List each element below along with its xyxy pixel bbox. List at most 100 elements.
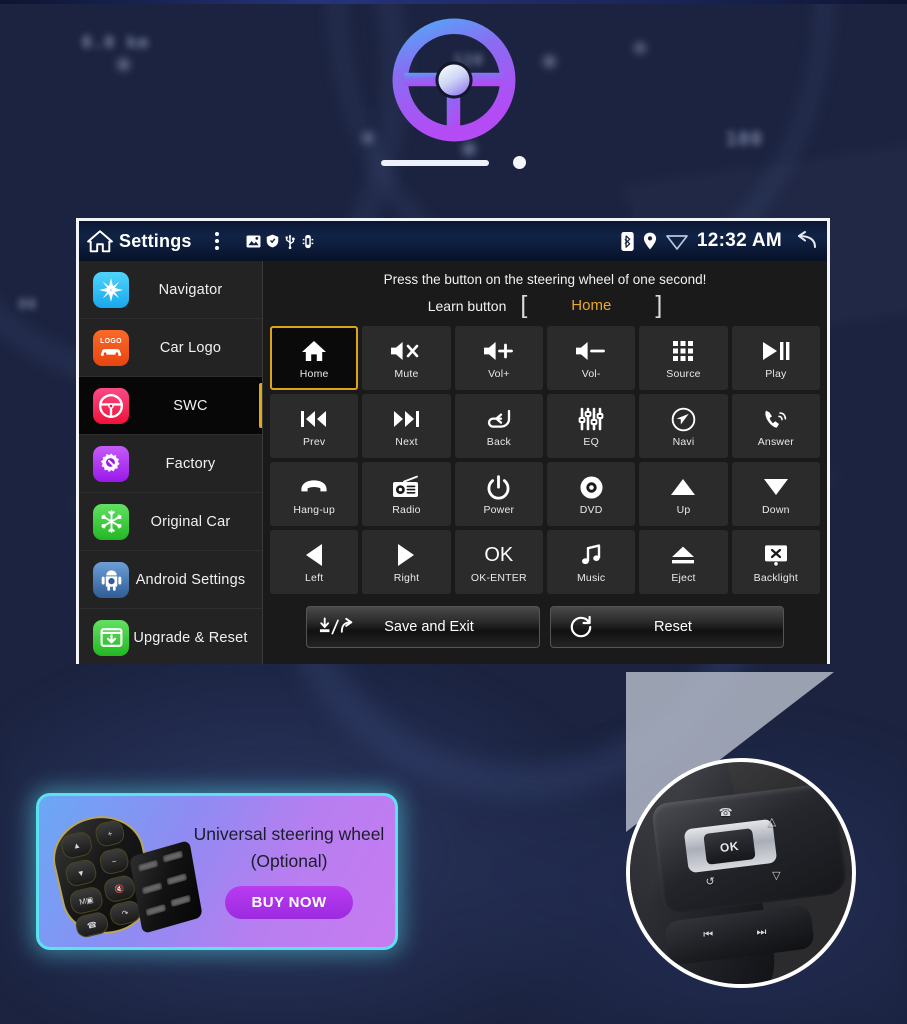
bracket-close: ]	[655, 291, 663, 319]
head-unit-screen: Settings 12:32 AM Navigator LOGO Car Log…	[76, 218, 830, 664]
swc-button-down[interactable]: Down	[731, 462, 820, 526]
sidebar-item-label: Factory	[165, 455, 216, 472]
settings-sidebar[interactable]: Navigator LOGO Car Logo SWC Factory Orig…	[79, 261, 263, 664]
reset-button[interactable]: Reset	[550, 606, 784, 648]
swc-button-navi[interactable]: Navi	[639, 394, 728, 458]
action-buttons-row: Save and Exit Reset	[270, 594, 820, 658]
swc-button-grid: Home Mute Vol+ Vol- Source Play Prev Nex…	[270, 326, 820, 594]
volume-down-icon	[574, 336, 608, 366]
swc-button-back[interactable]: Back	[454, 394, 543, 458]
sidebar-item-swc[interactable]: SWC	[79, 377, 262, 435]
triangle-down-icon	[762, 472, 790, 502]
swc-button-radio[interactable]: Radio	[362, 462, 451, 526]
promo-title-line1: Universal steering wheel	[193, 824, 385, 845]
music-note-icon	[579, 540, 603, 570]
swc-button-label: Next	[395, 436, 418, 448]
swc-button-dvd[interactable]: DVD	[547, 462, 636, 526]
remote-key-minus: −	[97, 846, 131, 876]
swc-button-label: Home	[299, 368, 329, 380]
swc-button-label: OK-ENTER	[470, 572, 527, 584]
swc-button-label: Vol+	[488, 368, 510, 380]
remote-key-down: ▼	[63, 857, 99, 888]
home-icon	[301, 336, 327, 366]
save-and-exit-button[interactable]: Save and Exit	[306, 606, 540, 648]
steering-wheel-remote-icon: ▲ + ▼ − M▣ 🔇 ☎ ↷	[39, 796, 203, 947]
triangle-left-icon	[303, 540, 325, 570]
swc-button-label: Eject	[671, 572, 696, 584]
promo-banner[interactable]: ▲ + ▼ − M▣ 🔇 ☎ ↷ Universal steering whee…	[36, 793, 398, 950]
remote-key-up: ▲	[59, 830, 94, 861]
snowflake-icon	[93, 503, 129, 540]
swc-button-play[interactable]: Play	[731, 326, 820, 390]
device-icon	[302, 234, 313, 248]
promo-title-line2: (Optional)	[250, 851, 328, 871]
compass-icon	[93, 271, 129, 308]
home-icon[interactable]	[87, 229, 113, 253]
action-label: Reset	[654, 619, 692, 635]
remote-key-mute: 🔇	[102, 873, 137, 904]
logo-progress-row	[381, 156, 526, 169]
learn-button-value: Home	[571, 297, 612, 314]
power-icon	[486, 472, 511, 502]
swc-button-label: Right	[393, 572, 420, 584]
cluster-number: 80	[18, 296, 37, 313]
swc-main-panel: Press the button on the steering wheel o…	[263, 261, 827, 664]
swc-button-label: Power	[483, 504, 515, 516]
swc-button-source[interactable]: Source	[639, 326, 728, 390]
swc-button-label: Backlight	[753, 572, 799, 584]
swc-button-volume-up[interactable]: Vol+	[454, 326, 543, 390]
swc-button-label: Vol-	[581, 368, 601, 380]
swc-button-volume-down[interactable]: Vol-	[547, 326, 636, 390]
triangle-up-icon	[669, 472, 697, 502]
sidebar-item-factory[interactable]: Factory	[79, 435, 262, 493]
kebab-menu-icon[interactable]	[210, 229, 224, 253]
promo-text-block: Universal steering wheel (Optional) BUY …	[191, 824, 395, 919]
bluetooth-icon	[621, 231, 634, 251]
clock-time: 12:32 AM	[696, 230, 782, 251]
sidebar-item-upgrade-reset[interactable]: Upgrade & Reset	[79, 609, 262, 664]
save-exit-icon	[307, 616, 369, 638]
top-edge-line	[0, 0, 907, 4]
sidebar-item-label: SWC	[173, 397, 208, 414]
steering-wheel-controls-photo: OK ☎ △ ▽ ↺ ⏮ ⏭	[626, 758, 856, 988]
swc-button-mute[interactable]: Mute	[362, 326, 451, 390]
swc-button-backlight[interactable]: Backlight	[731, 530, 820, 594]
image-icon	[246, 234, 261, 248]
swc-button-music[interactable]: Music	[547, 530, 636, 594]
swc-button-power[interactable]: Power	[454, 462, 543, 526]
remote-key-plus: +	[93, 818, 127, 849]
shield-icon	[266, 234, 278, 248]
swc-button-answer[interactable]: Answer	[731, 394, 820, 458]
progress-dot	[513, 156, 526, 169]
swc-button-home[interactable]: Home	[270, 326, 359, 390]
buy-now-button[interactable]: BUY NOW	[225, 885, 353, 919]
equalizer-icon	[578, 404, 604, 434]
swc-button-next[interactable]: Next	[362, 394, 451, 458]
sidebar-item-car-logo[interactable]: LOGO Car Logo	[79, 319, 262, 377]
swc-button-hangup[interactable]: Hang-up	[270, 462, 359, 526]
sidebar-item-navigator[interactable]: Navigator	[79, 261, 262, 319]
swc-button-label: Up	[676, 504, 691, 516]
sidebar-item-android-settings[interactable]: Android Settings	[79, 551, 262, 609]
back-arrow-icon[interactable]	[791, 231, 817, 251]
sidebar-item-original-car[interactable]: Original Car	[79, 493, 262, 551]
radio-icon	[391, 472, 421, 502]
swc-button-up[interactable]: Up	[639, 462, 728, 526]
sidebar-item-label: Navigator	[158, 281, 223, 298]
swc-button-label: Prev	[302, 436, 326, 448]
bracket-open: [	[520, 291, 528, 319]
photo-sheen	[630, 762, 852, 984]
action-label: Save and Exit	[384, 619, 474, 635]
location-pin-icon	[643, 232, 656, 250]
swc-button-left[interactable]: Left	[270, 530, 359, 594]
swc-button-eject[interactable]: Eject	[639, 530, 728, 594]
swc-button-ok-enter[interactable]: OK OK-ENTER	[454, 530, 543, 594]
sidebar-item-label: Original Car	[150, 513, 231, 530]
swc-button-right[interactable]: Right	[362, 530, 451, 594]
swc-button-eq[interactable]: EQ	[547, 394, 636, 458]
grid-apps-icon	[671, 336, 695, 366]
swc-button-prev[interactable]: Prev	[270, 394, 359, 458]
progress-bar	[381, 159, 489, 166]
swc-button-label: Down	[762, 504, 790, 516]
swc-button-label: Source	[666, 368, 701, 380]
